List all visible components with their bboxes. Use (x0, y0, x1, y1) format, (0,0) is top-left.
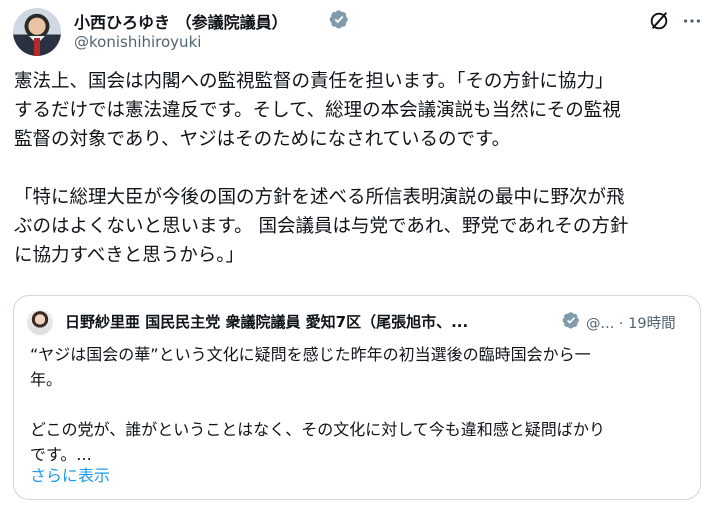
author-avatar[interactable] (13, 8, 61, 56)
quoted-text: “ヤジは国会の華”という文化に疑問を感じた昨年の初当選後の臨時国会から一 年。 … (30, 342, 690, 467)
quoted-line: 年。 (30, 370, 63, 389)
post-line: 監督の対象であり、ヤジはそのためになされているのです。 (14, 129, 511, 150)
quoted-avatar (27, 309, 53, 335)
show-more-link[interactable]: さらに表示 (30, 462, 110, 486)
verified-badge-icon (329, 10, 348, 29)
quoted-author-name: 日野紗里亜 国民民主党 衆議院議員 愛知7区（尾張旭市、... (65, 313, 469, 331)
post-line: 「特に総理大臣が今後の国の方針を述べる所信表明演説の最中に野次が飛 (14, 187, 625, 208)
post-text: 憲法上、国会は内閣への監視監督の責任を担います。「その方針に協力」 するだけでは… (14, 67, 704, 270)
author-name[interactable]: 小西ひろゆき （参議院議員） (74, 9, 288, 33)
quoted-post[interactable]: 日野紗里亜 国民民主党 衆議院議員 愛知7区（尾張旭市、... @... · 1… (13, 295, 701, 500)
quoted-line: です。... (30, 445, 92, 464)
quoted-verified-badge-icon (562, 312, 579, 329)
quoted-handle-time: @... · 19時間 (586, 316, 676, 332)
post-line: 憲法上、国会は内閣への監視監督の責任を担います。「その方針に協力」 (14, 71, 614, 92)
post-line: するだけでは憲法違反です。そして、総理の本会議演説も当然にその監視 (14, 100, 621, 121)
more-icon[interactable] (681, 10, 703, 32)
grok-icon[interactable] (648, 10, 670, 32)
post-line: ぶのはよくないと思います。 国会議員は与党であれ、野党であれその方針 (14, 216, 629, 237)
post-line: に協力すべきと思うから。」 (14, 245, 244, 266)
quoted-line: “ヤジは国会の華”という文化に疑問を感じた昨年の初当選後の臨時国会から一 (30, 345, 591, 364)
author-handle[interactable]: @konishihiroyuki (74, 33, 201, 51)
quoted-line: どこの党が、誰がということはなく、その文化に対して今も違和感と疑問ばかり (30, 420, 606, 439)
